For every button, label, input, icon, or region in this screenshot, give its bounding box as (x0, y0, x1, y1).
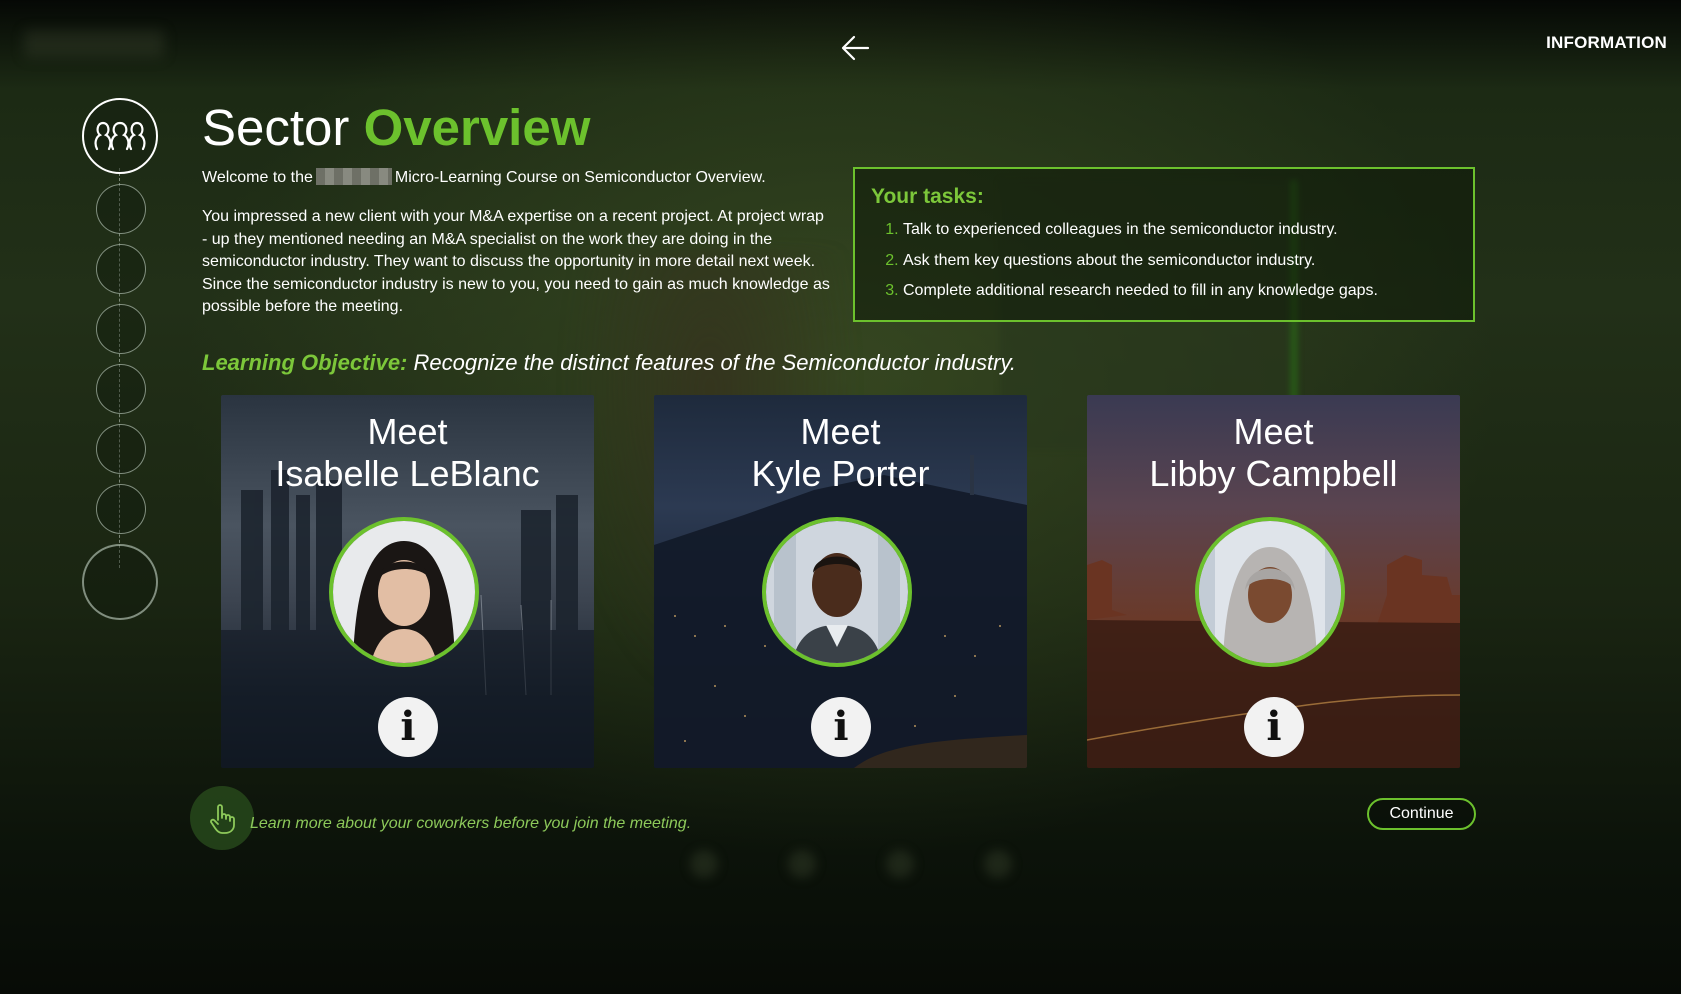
avatar (762, 517, 912, 667)
back-arrow-icon[interactable] (836, 28, 876, 68)
task-item: Complete additional research needed to f… (903, 276, 1457, 307)
card-meet-label: Meet (367, 411, 448, 452)
step-5[interactable] (96, 364, 146, 414)
title-plain: Sector (202, 99, 364, 156)
step-2[interactable] (96, 184, 146, 234)
info-icon: i (1266, 703, 1282, 750)
progress-rail (82, 98, 158, 620)
welcome-before: Welcome to the (202, 169, 313, 186)
step-3[interactable] (96, 244, 146, 294)
tasks-list: Talk to experienced colleagues in the se… (871, 215, 1457, 307)
card-title: Meet Isabelle LeBlanc (221, 411, 594, 495)
info-button[interactable]: i (811, 697, 871, 757)
pointing-hand-icon (210, 804, 235, 834)
people-icon (94, 121, 146, 151)
step-7[interactable] (96, 484, 146, 534)
card-title: Meet Kyle Porter (654, 411, 1027, 495)
step-1-current[interactable] (82, 98, 158, 174)
hint-badge (190, 786, 254, 850)
task-item: Talk to experienced colleagues in the se… (903, 215, 1457, 246)
redacted-company-name (315, 168, 392, 185)
step-8-final[interactable] (82, 544, 158, 620)
card-person-name: Isabelle LeBlanc (275, 453, 540, 494)
info-icon: i (833, 703, 849, 750)
task-item: Ask them key questions about the semicon… (903, 246, 1457, 277)
intro-paragraph: You impressed a new client with your M&A… (202, 208, 830, 315)
objective-text: Recognize the distinct features of the S… (407, 350, 1016, 375)
information-link[interactable]: INFORMATION (1546, 33, 1667, 53)
step-4[interactable] (96, 304, 146, 354)
info-button[interactable]: i (378, 697, 438, 757)
card-person-name: Libby Campbell (1149, 453, 1398, 494)
step-6[interactable] (96, 424, 146, 474)
avatar (1195, 517, 1345, 667)
continue-button[interactable]: Continue (1367, 798, 1476, 830)
coworker-card-libby[interactable]: Meet Libby Campbell i (1087, 395, 1460, 768)
card-title: Meet Libby Campbell (1087, 411, 1460, 495)
hint-text: Learn more about your coworkers before y… (250, 815, 692, 832)
brand-logo (24, 30, 164, 58)
page-title: Sector Overview (202, 98, 590, 157)
coworker-card-kyle[interactable]: Meet Kyle Porter i (654, 395, 1027, 768)
tasks-box: Your tasks: Talk to experienced colleagu… (853, 167, 1475, 322)
info-icon: i (400, 703, 416, 750)
tasks-heading: Your tasks: (871, 185, 984, 208)
info-button[interactable]: i (1244, 697, 1304, 757)
card-meet-label: Meet (1233, 411, 1314, 452)
avatar (329, 517, 479, 667)
welcome-line: Welcome to the Micro-Learning Course on S… (202, 168, 766, 187)
title-highlight: Overview (363, 99, 591, 156)
coworker-card-isabelle[interactable]: Meet Isabelle LeBlanc i (221, 395, 594, 768)
welcome-after: Micro-Learning Course on Semiconductor O… (394, 169, 766, 186)
card-meet-label: Meet (800, 411, 881, 452)
background-dots (690, 850, 1012, 878)
learning-objective: Learning Objective: Recognize the distin… (202, 350, 1016, 376)
card-person-name: Kyle Porter (751, 453, 930, 494)
objective-label: Learning Objective: (202, 350, 408, 375)
